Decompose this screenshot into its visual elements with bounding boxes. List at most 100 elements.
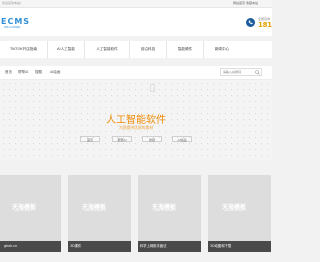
hero-texture-dot — [165, 83, 166, 84]
hero-texture-dot — [267, 83, 268, 84]
nav-item-news[interactable]: 新闻中心 — [204, 41, 240, 58]
hero-texture-dot — [225, 101, 226, 102]
hero-texture-dot — [237, 95, 238, 96]
hero-texture-dot — [9, 149, 10, 150]
hero-texture-dot — [81, 101, 82, 102]
card-grid: 天海模板 www.thinkphp.cn ghxh.cn 天海模板 www.th… — [0, 160, 272, 262]
hero-texture-dot — [165, 143, 166, 144]
hero-texture-dot — [51, 95, 52, 96]
hero-texture-dot — [171, 149, 172, 150]
hero-texture-dot — [213, 101, 214, 102]
hero-texture-dot — [141, 119, 142, 120]
card-item[interactable]: 天海模板 www.thinkphp.cn 3D动图和下载 — [208, 175, 271, 252]
card-caption[interactable]: 科学上网助手魔法 — [138, 241, 201, 252]
hero-texture-dot — [207, 95, 208, 96]
hero-texture-dot — [141, 137, 142, 138]
nav-item-tech[interactable]: 前沿科技 — [130, 41, 167, 58]
subnav-ai-drawing[interactable]: AI绘画 — [50, 70, 60, 75]
hero-texture-dot — [99, 83, 100, 84]
hero-texture-dot — [171, 83, 172, 84]
card-caption[interactable]: ghxh.cn — [0, 241, 61, 252]
hero-texture-dot — [159, 89, 160, 90]
hero-texture-dot — [63, 89, 64, 90]
hero-texture-dot — [201, 83, 202, 84]
card-item[interactable]: 天海模板 www.thinkphp.cn 科学上网助手魔法 — [138, 175, 201, 252]
nav-item-tiktok[interactable]: TIKTOK开店指南 — [0, 41, 48, 58]
hero-texture-dot — [129, 113, 130, 114]
hero-texture-dot — [63, 107, 64, 108]
card-item[interactable]: 天海模板 www.thinkphp.cn ghxh.cn — [0, 175, 61, 252]
search-input[interactable] — [221, 69, 255, 75]
subnav-home[interactable]: 首页 — [5, 70, 12, 75]
hero-texture-dot — [267, 149, 268, 150]
hero-texture-dot — [243, 125, 244, 126]
hero-texture-dot — [255, 101, 256, 102]
hero-texture-dot — [57, 119, 58, 120]
hero-texture-dot — [3, 95, 4, 96]
hero-texture-dot — [69, 95, 70, 96]
subnav-bangbang-ai[interactable]: 帮帮AI — [18, 70, 28, 75]
hero-texture-dot — [15, 131, 16, 132]
hero-texture-dot — [75, 131, 76, 132]
hero-texture-dot — [219, 137, 220, 138]
nav-item-hardware[interactable]: 智能硬件 — [167, 41, 204, 58]
card-caption[interactable]: 3D动图和下载 — [208, 241, 271, 252]
hero-texture-dot — [153, 101, 154, 102]
hero-texture-dot — [213, 107, 214, 108]
hero-texture-dot — [243, 149, 244, 150]
hero-texture-dot — [135, 113, 136, 114]
hero-texture-dot — [261, 95, 262, 96]
hero-texture-dot — [189, 125, 190, 126]
hero-texture-dot — [111, 155, 112, 156]
decorative-frame — [150, 84, 155, 92]
hero-texture-dot — [189, 155, 190, 156]
hero-texture-dot — [159, 131, 160, 132]
hero-texture-dot — [141, 149, 142, 150]
site-logo[interactable]: ECMS 帝国CMS网站模板 — [1, 14, 29, 30]
hero-texture-dot — [9, 155, 10, 156]
hero-texture-dot — [237, 125, 238, 126]
hero-texture-dot — [189, 83, 190, 84]
hero-texture-dot — [39, 107, 40, 108]
hero-texture-dot — [243, 83, 244, 84]
hero-texture-dot — [99, 95, 100, 96]
hero-texture-dot — [21, 137, 22, 138]
hero-texture-dot — [33, 149, 34, 150]
hero-texture-dot — [189, 89, 190, 90]
hero-texture-dot — [249, 101, 250, 102]
hero-texture-dot — [267, 143, 268, 144]
search-icon[interactable] — [255, 70, 260, 75]
nav-item-ai-software[interactable]: 人工智能软件 — [85, 41, 130, 58]
hero-texture-dot — [99, 101, 100, 102]
hero-texture-dot — [105, 131, 106, 132]
hero-texture-dot — [165, 131, 166, 132]
card-item[interactable]: 天海模板 www.thinkphp.cn 3D课件 — [68, 175, 131, 252]
hero-texture-dot — [3, 137, 4, 138]
hero-texture-dot — [207, 113, 208, 114]
hero-texture-dot — [207, 83, 208, 84]
hero-texture-dot — [243, 95, 244, 96]
hero-texture-dot — [87, 131, 88, 132]
subnav-soti[interactable]: 搜题 — [35, 70, 42, 75]
hero-texture-dot — [183, 89, 184, 90]
hero-texture-dot — [237, 119, 238, 120]
hero-texture-dot — [3, 125, 4, 126]
hero-chip-home[interactable]: 首页 — [80, 136, 100, 142]
hero-texture-dot — [51, 125, 52, 126]
hero-texture-dot — [45, 83, 46, 84]
hero-texture-dot — [243, 101, 244, 102]
nav-item-ai[interactable]: AI人工智能 — [48, 41, 85, 58]
hero-texture-dot — [117, 125, 118, 126]
hero-texture-dot — [243, 107, 244, 108]
hero-texture-dot — [159, 149, 160, 150]
card-caption[interactable]: 3D课件 — [68, 241, 131, 252]
hero-texture-dot — [33, 155, 34, 156]
hero-texture-dot — [27, 125, 28, 126]
hero-texture-dot — [183, 113, 184, 114]
hotline: 全国咨询 181 — [246, 17, 272, 33]
hero-texture-dot — [249, 131, 250, 132]
hero-texture-dot — [153, 89, 154, 90]
hero-texture-dot — [129, 119, 130, 120]
hero-texture-dot — [225, 143, 226, 144]
top-links[interactable]: 网站首页 收藏本站 — [233, 1, 258, 5]
